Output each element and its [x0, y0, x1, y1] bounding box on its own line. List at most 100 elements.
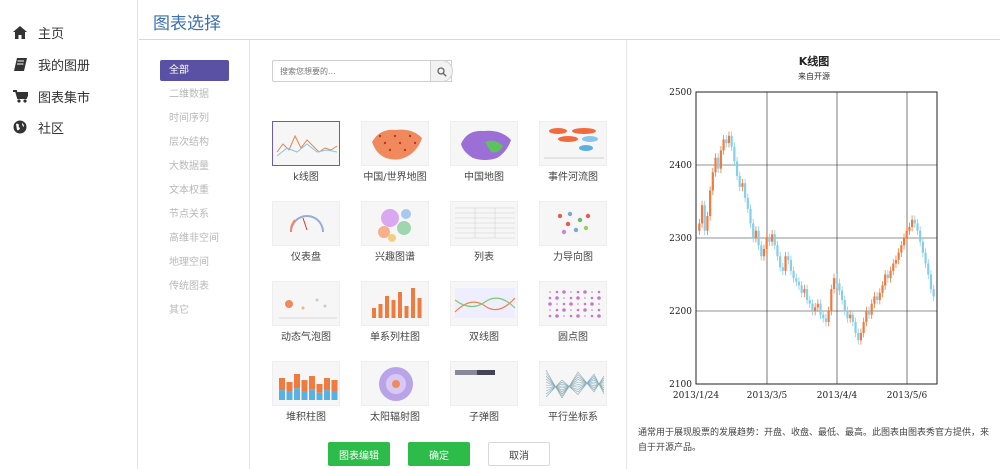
chart-thumbnail [539, 281, 607, 326]
category-item[interactable]: 节点关系 [160, 204, 229, 225]
category-item[interactable]: 高维非空间 [160, 228, 229, 249]
chart-card[interactable]: 仪表盘 [272, 201, 340, 263]
candle-body [797, 281, 801, 286]
chart-card-label: 单系列柱图 [370, 332, 420, 343]
chart-thumbnail [450, 121, 518, 166]
candle-body [765, 238, 768, 249]
candle-body [911, 219, 914, 228]
candle-body [805, 289, 809, 301]
category-item[interactable]: 层次结构 [160, 132, 229, 153]
category-item[interactable]: 二维数据 [160, 84, 229, 105]
candle-body [762, 248, 766, 257]
candle-body [706, 216, 709, 231]
candle-body [832, 278, 836, 290]
x-tick-label: 2013/3/5 [747, 391, 788, 401]
preview-title: K线图 [798, 55, 830, 68]
search-button[interactable] [430, 60, 453, 82]
chart-card-label: 平行坐标系 [548, 412, 598, 423]
candle-body [811, 303, 814, 311]
candle-body [781, 267, 784, 271]
category-item[interactable]: 传统图表 [160, 276, 229, 297]
search-input[interactable] [272, 60, 452, 82]
x-tick-label: 2013/1/24 [673, 391, 719, 401]
page-header: 图表选择 [139, 0, 1000, 40]
candle-body [727, 135, 731, 144]
candle-body [795, 278, 798, 282]
nav-item-community[interactable]: 社区 [12, 116, 64, 138]
chart-card[interactable]: 平行坐标系 [539, 361, 607, 423]
candle-body [916, 223, 919, 231]
chart-thumbnail [272, 361, 340, 406]
chart-card[interactable]: 力导向图 [539, 201, 607, 263]
candle-body [735, 161, 739, 176]
book-icon [12, 56, 28, 72]
chart-card-label: 圆点图 [558, 332, 588, 343]
candle-body [760, 245, 763, 257]
nav-item-label: 社区 [38, 121, 65, 137]
candle-body [738, 175, 741, 187]
candle-body [840, 290, 844, 301]
chart-card[interactable]: 动态气泡图 [272, 281, 340, 343]
nav-item-label: 我的图册 [38, 58, 91, 74]
chart-card-label: 双线图 [469, 332, 499, 343]
search-icon [436, 62, 447, 81]
chart-card[interactable]: 双线图 [450, 281, 518, 343]
chart-card[interactable]: 事件河流图 [539, 121, 607, 183]
confirm-button[interactable]: 确定 [408, 442, 470, 466]
candle-body [835, 278, 838, 284]
candle-body [776, 245, 779, 257]
candle-body [927, 263, 930, 275]
candle-body [768, 238, 771, 242]
category-item[interactable]: 其它 [160, 300, 229, 321]
candle-body [865, 311, 868, 322]
nav-item-my-albums[interactable]: 我的图册 [12, 53, 90, 75]
chart-card[interactable]: 中国/世界地图 [361, 121, 429, 183]
candle-body [900, 245, 903, 253]
candle-body [784, 256, 787, 271]
candle-body [741, 183, 744, 187]
chart-thumbnail [450, 281, 518, 326]
chart-card[interactable]: 单系列柱图 [361, 281, 429, 343]
candle-body [808, 300, 811, 304]
category-item[interactable]: 文本权重 [160, 180, 229, 201]
nav-item-home[interactable]: 主页 [12, 21, 64, 43]
candle-body [843, 300, 846, 311]
chart-thumbnail [539, 121, 607, 166]
home-icon [12, 24, 28, 40]
cancel-button[interactable]: 取消 [488, 442, 550, 466]
chart-card-label: 事件河流图 [548, 172, 598, 183]
chart-card[interactable]: 太阳辐射图 [361, 361, 429, 423]
candle-body [816, 303, 819, 308]
candle-body [722, 139, 725, 151]
candlestick-chart: 2100 2200 2300 2400 2500 2013/1/24 2013/3/5 201… [669, 88, 938, 401]
candle-body [929, 274, 933, 290]
chart-card[interactable]: 堆积柱图 [272, 361, 340, 423]
chart-card[interactable]: 中国地图 [450, 121, 518, 183]
chart-gallery: 图表编辑 确定 取消 k线图 中国/世界地图 中国地图 事件河流图仪表盘 兴趣图谱 列表 力… [251, 40, 627, 469]
candle-body [733, 146, 736, 162]
x-tick-label: 2013/5/6 [887, 391, 928, 401]
candle-body [889, 270, 892, 279]
chart-card-label: 子弹图 [469, 412, 499, 423]
nav-item-chart-market[interactable]: 图表集市 [12, 85, 90, 107]
category-item[interactable]: 全部 [160, 60, 229, 81]
chart-card[interactable]: k线图 [272, 121, 340, 183]
chart-card[interactable]: 兴趣图谱 [361, 201, 429, 263]
candle-body [714, 157, 717, 173]
chart-edit-button[interactable]: 图表编辑 [328, 442, 390, 466]
candle-body [752, 223, 755, 238]
candle-body [830, 289, 833, 311]
chart-card-label: 堆积柱图 [286, 412, 326, 423]
chart-card-label: 力导向图 [553, 252, 593, 263]
category-item[interactable]: 地理空间 [160, 252, 229, 273]
candle-body [757, 230, 760, 246]
candle-body [924, 252, 927, 264]
category-item[interactable]: 时间序列 [160, 108, 229, 129]
chart-card[interactable]: 子弹图 [450, 361, 518, 423]
candle-body [789, 259, 793, 271]
cart-icon [12, 88, 28, 104]
category-item[interactable]: 大数据量 [160, 156, 229, 177]
candle-body [773, 234, 776, 246]
chart-card[interactable]: 圆点图 [539, 281, 607, 343]
chart-card[interactable]: 列表 [450, 201, 518, 263]
